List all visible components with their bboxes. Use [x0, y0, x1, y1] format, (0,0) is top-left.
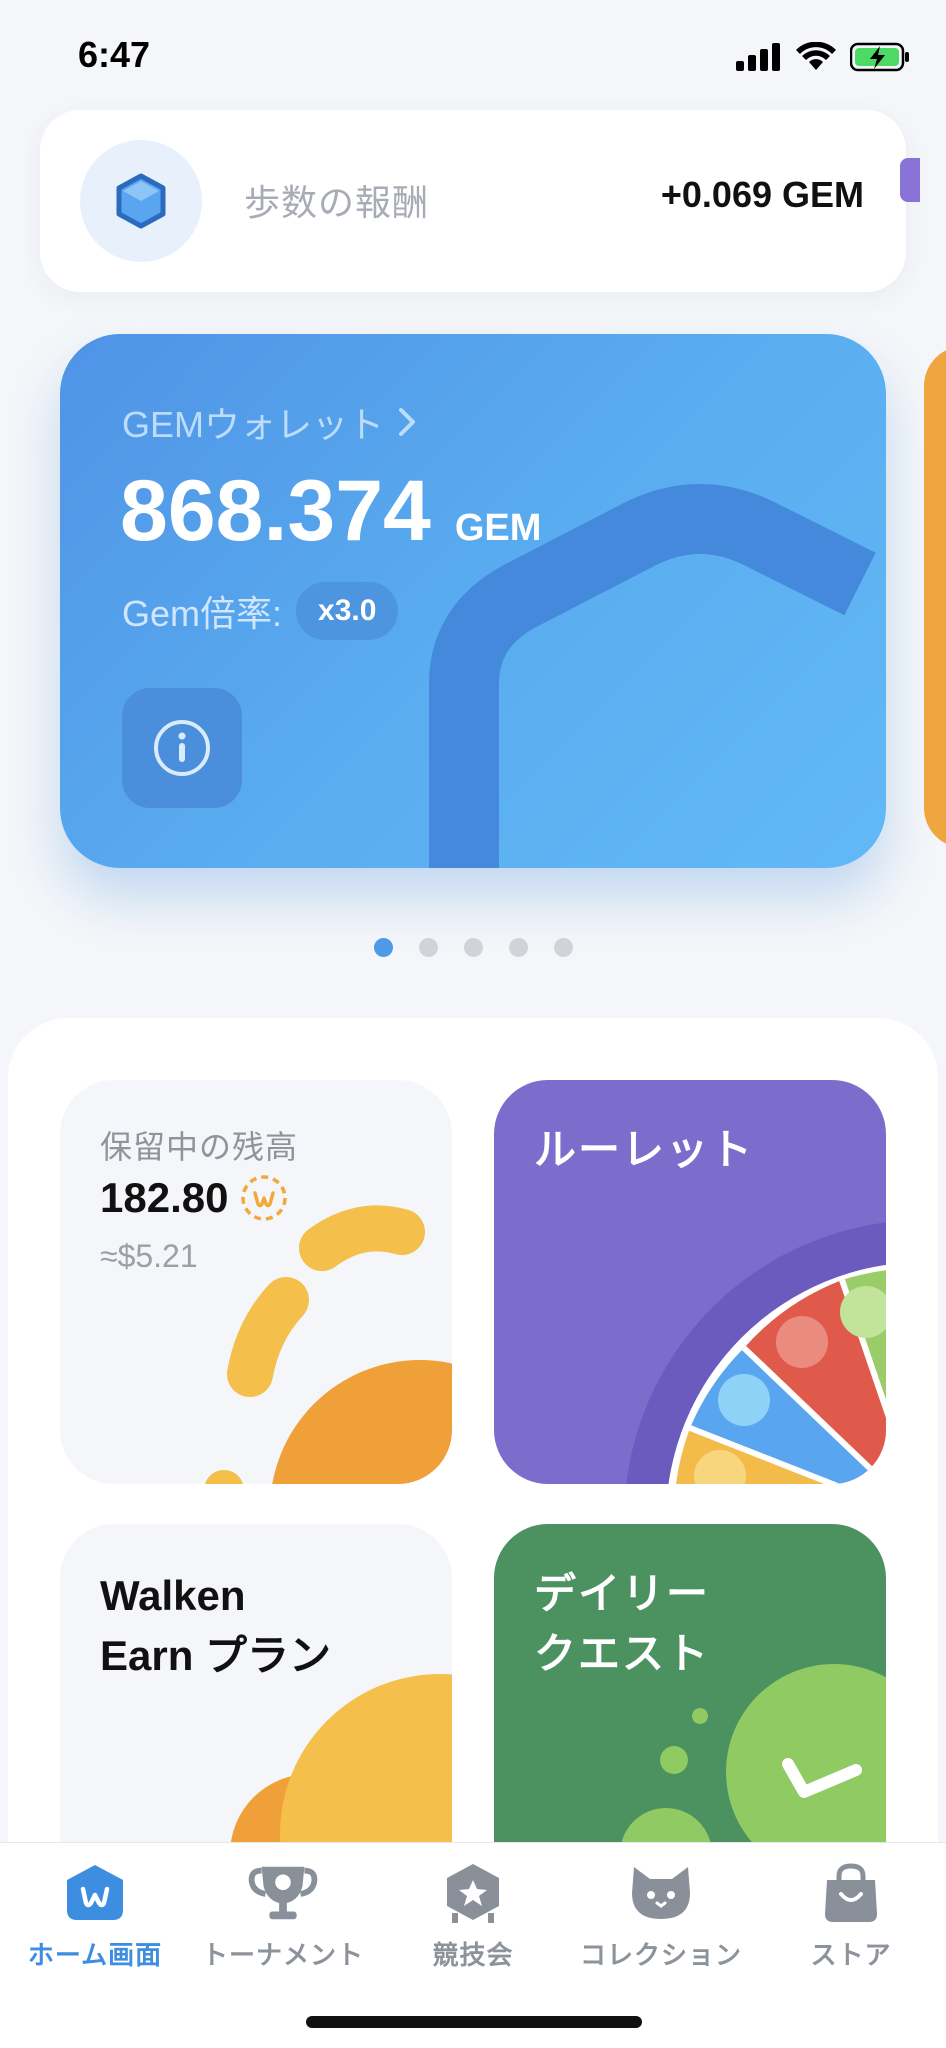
status-time: 6:47 [78, 34, 151, 75]
gem-multiplier: Gem倍率: x3.0 [122, 582, 399, 640]
earn-plan-line2: Earn プラン [100, 1632, 332, 1679]
nav-collection-label: コレクション [579, 1941, 742, 1971]
wifi-icon [796, 42, 836, 70]
daily-quest-line1: デイリー [534, 1569, 711, 1618]
status-icons [736, 42, 910, 72]
nav-competition-label: 競技会 [432, 1941, 514, 1971]
earn-plan-line1: Walken [100, 1572, 246, 1619]
pending-balance-amount: 182.80 [100, 1174, 288, 1222]
info-icon [154, 720, 210, 776]
page-dot-3[interactable] [464, 938, 483, 957]
step-reward-card[interactable]: 歩数の報酬 +0.069 GEM [40, 110, 906, 292]
pending-balance-label: 保留中の残高 [100, 1128, 299, 1166]
nav-competition[interactable]: 競技会 [378, 1861, 568, 1981]
multiplier-label: Gem倍率: [122, 593, 283, 634]
daily-quest-title: デイリー クエスト [534, 1564, 710, 1684]
daily-quest-line2: クエスト [534, 1629, 711, 1678]
roulette-title: ルーレット [534, 1125, 755, 1174]
wallet-title-text: GEMウォレット [122, 404, 385, 445]
page-dot-4[interactable] [509, 938, 528, 957]
pending-balance-tile[interactable]: 保留中の残高 182.80 ≈$5.21 [60, 1080, 452, 1484]
battery-charging-icon [850, 42, 909, 72]
nav-store-label: ストア [810, 1941, 892, 1971]
step-reward-value: +0.069 GEM [660, 174, 864, 215]
cellular-signal-icon [736, 43, 780, 71]
wallet-amount-unit: GEM [454, 507, 542, 549]
home-w-icon [60, 1861, 130, 1925]
nav-collection[interactable]: コレクション [566, 1861, 756, 1981]
side-tab[interactable] [900, 158, 920, 202]
carousel-pagination [374, 938, 573, 957]
nav-store[interactable]: ストア [756, 1861, 946, 1981]
nav-tournament[interactable]: トーナメント [188, 1861, 378, 1981]
trophy-icon [248, 1861, 318, 1925]
page-dot-5[interactable] [554, 938, 573, 957]
page-dot-1[interactable] [374, 938, 393, 957]
pending-balance-value: 182.80 [100, 1174, 229, 1221]
nav-home[interactable]: ホーム画面 [0, 1861, 190, 1981]
star-hexagon-icon [438, 1861, 508, 1925]
page-dot-2[interactable] [419, 938, 438, 957]
pending-balance-usd: ≈$5.21 [100, 1238, 198, 1274]
wallet-balance: 868.374 GEM [120, 462, 541, 561]
nav-home-label: ホーム画面 [27, 1941, 163, 1971]
wallet-amount-value: 868.374 [120, 463, 431, 559]
wallet-title[interactable]: GEMウォレット [122, 396, 416, 448]
chevron-right-icon [399, 408, 416, 436]
multiplier-badge: x3.0 [296, 582, 399, 640]
walken-coin-icon [241, 1175, 288, 1221]
next-card-peek[interactable] [924, 346, 946, 848]
gem-badge [80, 140, 202, 262]
info-button[interactable] [122, 688, 242, 808]
home-indicator [306, 2016, 642, 2028]
gem-wallet-card[interactable]: GEMウォレット 868.374 GEM Gem倍率: x3.0 [60, 334, 886, 868]
nav-tournament-label: トーナメント [201, 1941, 364, 1971]
cat-icon [626, 1861, 696, 1925]
status-bar: 6:47 [0, 0, 946, 110]
roulette-tile[interactable]: ルーレット [494, 1080, 886, 1484]
earn-plan-title: Walken Earn プラン [100, 1566, 331, 1686]
gem-hexagon-icon [116, 173, 166, 229]
step-reward-label: 歩数の報酬 [244, 183, 430, 224]
shopping-bag-icon [816, 1861, 886, 1925]
